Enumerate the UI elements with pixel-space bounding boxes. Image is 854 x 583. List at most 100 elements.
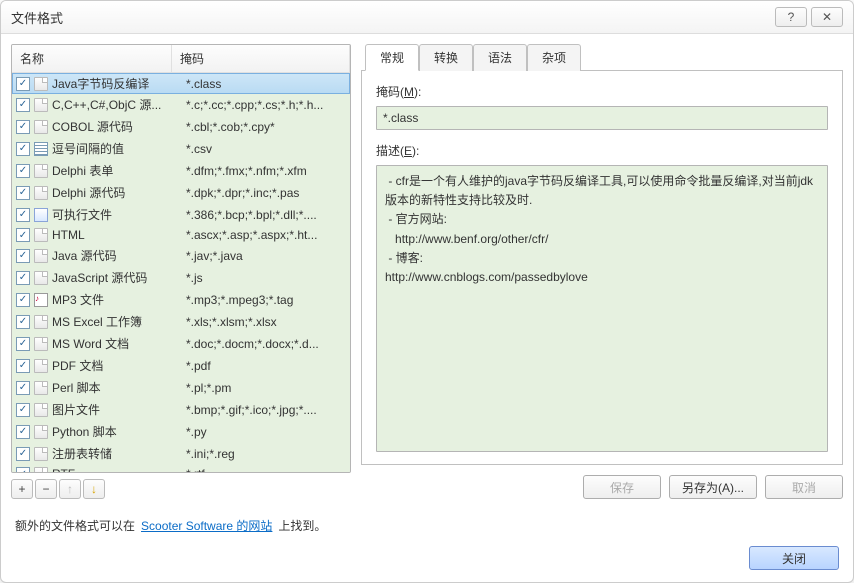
table-row[interactable]: ✓Perl 脚本*.pl;*.pm — [12, 377, 350, 399]
row-name: JavaScript 源代码 — [52, 269, 180, 286]
saveas-button[interactable]: 另存为(A)... — [669, 475, 757, 499]
row-name: MS Word 文档 — [52, 335, 180, 352]
table-row[interactable]: ✓Java 源代码*.jav;*.java — [12, 245, 350, 267]
row-name: COBOL 源代码 — [52, 118, 180, 135]
row-checkbox[interactable]: ✓ — [16, 186, 30, 200]
mask-input[interactable]: *.class — [376, 106, 828, 130]
row-checkbox[interactable]: ✓ — [16, 467, 30, 472]
file-icon — [34, 467, 48, 472]
help-button[interactable]: ? — [775, 7, 807, 27]
row-checkbox[interactable]: ✓ — [16, 293, 30, 307]
table-row[interactable]: ✓ 逗号间隔的值 *.csv — [12, 138, 350, 160]
row-checkbox[interactable]: ✓ — [16, 164, 30, 178]
table-row[interactable]: ✓ MS Word 文档 *.doc;*.docm;*.docx;*.d... — [12, 333, 350, 355]
desc-textarea[interactable]: - cfr是一个有人维护的java字节码反编译工具,可以使用命令批量反编译,对当… — [376, 165, 828, 452]
bottom-buttons: 保存 另存为(A)... 取消 — [361, 465, 843, 499]
table-row[interactable]: ✓PDF 文档*.pdf — [12, 355, 350, 377]
row-mask: *.csv — [186, 142, 346, 156]
row-checkbox[interactable]: ✓ — [16, 77, 30, 91]
row-mask: *.rtf — [186, 467, 346, 472]
table-row[interactable]: ✓ MP3 文件 *.mp3;*.mpeg3;*.tag — [12, 289, 350, 311]
row-name: Python 脚本 — [52, 423, 180, 440]
row-name: Java字节码反编译 — [52, 75, 180, 92]
row-name: RTF — [52, 467, 180, 472]
exe-icon — [34, 208, 48, 222]
table-row[interactable]: ✓MS Excel 工作簿*.xls;*.xlsm;*.xlsx — [12, 311, 350, 333]
row-checkbox[interactable]: ✓ — [16, 337, 30, 351]
list-toolbar: + − ↑ ↓ — [11, 473, 351, 499]
row-checkbox[interactable]: ✓ — [16, 98, 30, 112]
table-row[interactable]: ✓C,C++,C#,ObjC 源...*.c;*.cc;*.cpp;*.cs;*… — [12, 94, 350, 116]
table-row[interactable]: ✓ HTML *.ascx;*.asp;*.aspx;*.ht... — [12, 226, 350, 245]
footer-text-pre: 额外的文件格式可以在 — [15, 517, 135, 534]
col-name-header[interactable]: 名称 — [12, 45, 172, 72]
content: 名称 掩码 ✓ Java字节码反编译 *.class ✓C,C++,C#,ObjC 源… — [1, 34, 853, 509]
mask-label: 掩码(M): — [376, 83, 828, 100]
row-name: MP3 文件 — [52, 291, 180, 308]
row-name: Delphi 源代码 — [52, 184, 180, 201]
row-mask: *.mp3;*.mpeg3;*.tag — [186, 293, 346, 307]
table-row[interactable]: ✓ RTF *.rtf — [12, 465, 350, 472]
remove-button[interactable]: − — [35, 479, 57, 499]
row-checkbox[interactable]: ✓ — [16, 403, 30, 417]
row-mask: *.ascx;*.asp;*.aspx;*.ht... — [186, 228, 346, 242]
footer-link[interactable]: Scooter Software 的网站 — [141, 517, 272, 534]
tab-转换[interactable]: 转换 — [419, 44, 473, 71]
row-mask: *.pdf — [186, 359, 346, 373]
file-icon — [34, 164, 48, 178]
table-row[interactable]: ✓Java字节码反编译*.class — [12, 73, 350, 94]
file-icon — [34, 337, 48, 351]
row-name: Java 源代码 — [52, 247, 180, 264]
cancel-button[interactable]: 取消 — [765, 475, 843, 499]
dialog-close-button[interactable]: 关闭 — [749, 546, 839, 570]
list-header: 名称 掩码 — [12, 45, 350, 73]
table-row[interactable]: ✓可执行文件*.386;*.bcp;*.bpl;*.dll;*.... — [12, 204, 350, 226]
list-body[interactable]: ✓Java字节码反编译*.class✓C,C++,C#,ObjC 源...*.c… — [12, 73, 350, 472]
row-checkbox[interactable]: ✓ — [16, 208, 30, 222]
file-icon — [34, 77, 48, 91]
desc-label: 描述(E): — [376, 142, 828, 159]
titlebar: 文件格式 ? ✕ — [1, 1, 853, 34]
row-checkbox[interactable]: ✓ — [16, 228, 30, 242]
row-checkbox[interactable]: ✓ — [16, 381, 30, 395]
table-row[interactable]: ✓图片文件*.bmp;*.gif;*.ico;*.jpg;*.... — [12, 399, 350, 421]
move-down-button[interactable]: ↓ — [83, 479, 105, 499]
row-name: HTML — [52, 228, 180, 242]
file-icon — [34, 447, 48, 461]
table-row[interactable]: ✓Delphi 表单*.dfm;*.fmx;*.nfm;*.xfm — [12, 160, 350, 182]
table-row[interactable]: ✓Python 脚本*.py — [12, 421, 350, 443]
tab-body: 掩码(M): *.class 描述(E): - cfr是一个有人维护的java字… — [361, 71, 843, 465]
row-checkbox[interactable]: ✓ — [16, 315, 30, 329]
row-name: 逗号间隔的值 — [52, 140, 180, 157]
col-mask-header[interactable]: 掩码 — [172, 45, 350, 72]
file-icon — [34, 271, 48, 285]
row-checkbox[interactable]: ✓ — [16, 142, 30, 156]
table-row[interactable]: ✓注册表转储*.ini;*.reg — [12, 443, 350, 465]
row-checkbox[interactable]: ✓ — [16, 359, 30, 373]
row-checkbox[interactable]: ✓ — [16, 447, 30, 461]
row-checkbox[interactable]: ✓ — [16, 425, 30, 439]
save-button[interactable]: 保存 — [583, 475, 661, 499]
footer-text-post: 上找到。 — [278, 517, 326, 534]
row-name: 图片文件 — [52, 401, 180, 418]
close-button[interactable]: ✕ — [811, 7, 843, 27]
row-checkbox[interactable]: ✓ — [16, 120, 30, 134]
move-up-button[interactable]: ↑ — [59, 479, 81, 499]
file-icon — [34, 249, 48, 263]
table-row[interactable]: ✓COBOL 源代码*.cbl;*.cob;*.cpy* — [12, 116, 350, 138]
row-checkbox[interactable]: ✓ — [16, 249, 30, 263]
file-icon — [34, 315, 48, 329]
row-mask: *.ini;*.reg — [186, 447, 346, 461]
right-pane: 常规转换语法杂项 掩码(M): *.class 描述(E): - cfr是一个有… — [361, 44, 843, 499]
tab-语法[interactable]: 语法 — [473, 44, 527, 71]
file-icon — [34, 403, 48, 417]
table-row[interactable]: ✓JavaScript 源代码*.js — [12, 267, 350, 289]
row-mask: *.doc;*.docm;*.docx;*.d... — [186, 337, 346, 351]
row-checkbox[interactable]: ✓ — [16, 271, 30, 285]
add-button[interactable]: + — [11, 479, 33, 499]
tab-常规[interactable]: 常规 — [365, 44, 419, 71]
tab-杂项[interactable]: 杂项 — [527, 44, 581, 71]
mp3-icon — [34, 293, 48, 307]
row-mask: *.386;*.bcp;*.bpl;*.dll;*.... — [186, 208, 346, 222]
table-row[interactable]: ✓Delphi 源代码*.dpk;*.dpr;*.inc;*.pas — [12, 182, 350, 204]
